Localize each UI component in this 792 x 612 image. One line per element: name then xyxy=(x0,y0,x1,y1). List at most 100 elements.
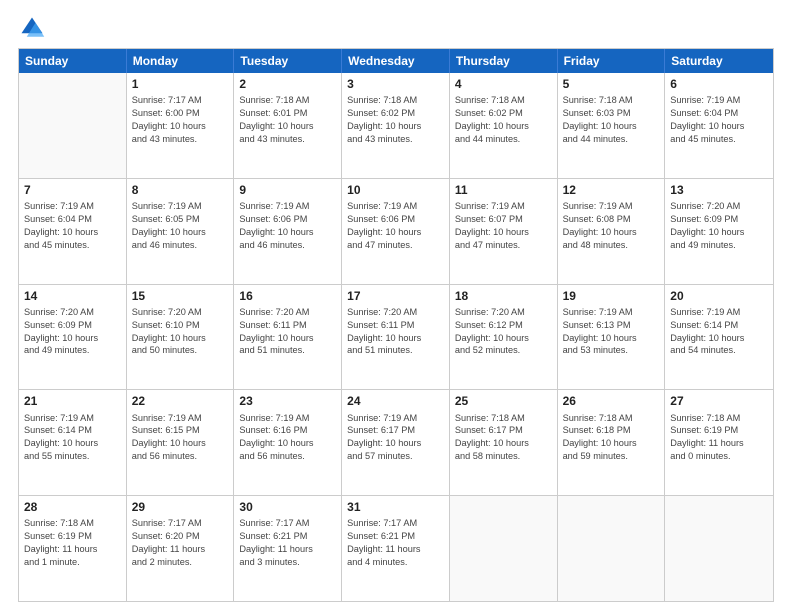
day-info: Sunrise: 7:19 AM Sunset: 6:05 PM Dayligh… xyxy=(132,200,229,252)
day-number: 21 xyxy=(24,393,121,409)
day-number: 7 xyxy=(24,182,121,198)
calendar-cell: 30 Sunrise: 7:17 AM Sunset: 6:21 PM Dayli… xyxy=(234,496,342,601)
calendar-week-row: 7 Sunrise: 7:19 AM Sunset: 6:04 PM Daylig… xyxy=(19,178,773,284)
calendar-cell: 23 Sunrise: 7:19 AM Sunset: 6:16 PM Dayli… xyxy=(234,390,342,495)
day-number: 5 xyxy=(563,76,660,92)
calendar-week-row: 28 Sunrise: 7:18 AM Sunset: 6:19 PM Dayli… xyxy=(19,495,773,601)
day-info: Sunrise: 7:19 AM Sunset: 6:04 PM Dayligh… xyxy=(24,200,121,252)
calendar-cell: 5 Sunrise: 7:18 AM Sunset: 6:03 PM Daylig… xyxy=(558,73,666,178)
day-number: 19 xyxy=(563,288,660,304)
day-number: 9 xyxy=(239,182,336,198)
day-info: Sunrise: 7:19 AM Sunset: 6:07 PM Dayligh… xyxy=(455,200,552,252)
day-info: Sunrise: 7:20 AM Sunset: 6:11 PM Dayligh… xyxy=(239,306,336,358)
calendar-cell: 17 Sunrise: 7:20 AM Sunset: 6:11 PM Dayli… xyxy=(342,285,450,390)
calendar-header-cell: Tuesday xyxy=(234,49,342,73)
calendar-header-cell: Monday xyxy=(127,49,235,73)
calendar-header-row: SundayMondayTuesdayWednesdayThursdayFrid… xyxy=(19,49,773,73)
calendar-header-cell: Thursday xyxy=(450,49,558,73)
calendar-week-row: 21Sunrise: 7:19 AM Sunset: 6:14 PM Dayli… xyxy=(19,389,773,495)
day-info: Sunrise: 7:18 AM Sunset: 6:01 PM Dayligh… xyxy=(239,94,336,146)
calendar-cell: 25 Sunrise: 7:18 AM Sunset: 6:17 PM Dayli… xyxy=(450,390,558,495)
day-number: 28 xyxy=(24,499,121,515)
calendar-cell: 18 Sunrise: 7:20 AM Sunset: 6:12 PM Dayli… xyxy=(450,285,558,390)
calendar-header-cell: Sunday xyxy=(19,49,127,73)
day-info: Sunrise: 7:18 AM Sunset: 6:18 PM Dayligh… xyxy=(563,412,660,464)
calendar-cell: 1 Sunrise: 7:17 AM Sunset: 6:00 PM Daylig… xyxy=(127,73,235,178)
day-number: 8 xyxy=(132,182,229,198)
calendar-header-cell: Friday xyxy=(558,49,666,73)
day-info: Sunrise: 7:20 AM Sunset: 6:09 PM Dayligh… xyxy=(670,200,768,252)
header xyxy=(18,14,774,42)
day-number: 23 xyxy=(239,393,336,409)
calendar-cell: 3Sunrise: 7:18 AM Sunset: 6:02 PM Daylig… xyxy=(342,73,450,178)
calendar-cell: 15 Sunrise: 7:20 AM Sunset: 6:10 PM Dayli… xyxy=(127,285,235,390)
day-info: Sunrise: 7:19 AM Sunset: 6:04 PM Dayligh… xyxy=(670,94,768,146)
day-number: 22 xyxy=(132,393,229,409)
day-number: 17 xyxy=(347,288,444,304)
calendar-cell: 7 Sunrise: 7:19 AM Sunset: 6:04 PM Daylig… xyxy=(19,179,127,284)
day-number: 20 xyxy=(670,288,768,304)
calendar-header-cell: Wednesday xyxy=(342,49,450,73)
day-number: 30 xyxy=(239,499,336,515)
day-info: Sunrise: 7:19 AM Sunset: 6:16 PM Dayligh… xyxy=(239,412,336,464)
day-info: Sunrise: 7:17 AM Sunset: 6:00 PM Dayligh… xyxy=(132,94,229,146)
calendar-header-cell: Saturday xyxy=(665,49,773,73)
day-info: Sunrise: 7:18 AM Sunset: 6:19 PM Dayligh… xyxy=(670,412,768,464)
page: SundayMondayTuesdayWednesdayThursdayFrid… xyxy=(0,0,792,612)
day-info: Sunrise: 7:19 AM Sunset: 6:06 PM Dayligh… xyxy=(347,200,444,252)
day-info: Sunrise: 7:19 AM Sunset: 6:14 PM Dayligh… xyxy=(670,306,768,358)
day-number: 11 xyxy=(455,182,552,198)
calendar-cell: 26 Sunrise: 7:18 AM Sunset: 6:18 PM Dayli… xyxy=(558,390,666,495)
calendar-cell: 13 Sunrise: 7:20 AM Sunset: 6:09 PM Dayli… xyxy=(665,179,773,284)
day-info: Sunrise: 7:18 AM Sunset: 6:02 PM Dayligh… xyxy=(455,94,552,146)
calendar-cell: 19 Sunrise: 7:19 AM Sunset: 6:13 PM Dayli… xyxy=(558,285,666,390)
day-number: 10 xyxy=(347,182,444,198)
day-info: Sunrise: 7:20 AM Sunset: 6:10 PM Dayligh… xyxy=(132,306,229,358)
day-info: Sunrise: 7:18 AM Sunset: 6:17 PM Dayligh… xyxy=(455,412,552,464)
day-info: Sunrise: 7:20 AM Sunset: 6:09 PM Dayligh… xyxy=(24,306,121,358)
calendar-body: 1 Sunrise: 7:17 AM Sunset: 6:00 PM Daylig… xyxy=(19,73,773,601)
day-info: Sunrise: 7:20 AM Sunset: 6:12 PM Dayligh… xyxy=(455,306,552,358)
day-number: 31 xyxy=(347,499,444,515)
logo-icon xyxy=(18,14,46,42)
day-number: 18 xyxy=(455,288,552,304)
calendar-cell: 27 Sunrise: 7:18 AM Sunset: 6:19 PM Dayli… xyxy=(665,390,773,495)
calendar-cell xyxy=(450,496,558,601)
day-info: Sunrise: 7:18 AM Sunset: 6:19 PM Dayligh… xyxy=(24,517,121,569)
day-number: 27 xyxy=(670,393,768,409)
calendar-cell: 16Sunrise: 7:20 AM Sunset: 6:11 PM Dayli… xyxy=(234,285,342,390)
calendar-cell: 2Sunrise: 7:18 AM Sunset: 6:01 PM Daylig… xyxy=(234,73,342,178)
day-number: 26 xyxy=(563,393,660,409)
calendar-cell: 31 Sunrise: 7:17 AM Sunset: 6:21 PM Dayli… xyxy=(342,496,450,601)
day-info: Sunrise: 7:17 AM Sunset: 6:21 PM Dayligh… xyxy=(239,517,336,569)
day-info: Sunrise: 7:17 AM Sunset: 6:20 PM Dayligh… xyxy=(132,517,229,569)
day-info: Sunrise: 7:19 AM Sunset: 6:17 PM Dayligh… xyxy=(347,412,444,464)
day-number: 24 xyxy=(347,393,444,409)
calendar-cell: 24 Sunrise: 7:19 AM Sunset: 6:17 PM Dayli… xyxy=(342,390,450,495)
day-info: Sunrise: 7:18 AM Sunset: 6:02 PM Dayligh… xyxy=(347,94,444,146)
calendar-cell xyxy=(558,496,666,601)
calendar-cell: 28 Sunrise: 7:18 AM Sunset: 6:19 PM Dayli… xyxy=(19,496,127,601)
day-info: Sunrise: 7:20 AM Sunset: 6:11 PM Dayligh… xyxy=(347,306,444,358)
day-number: 6 xyxy=(670,76,768,92)
calendar-cell: 10 Sunrise: 7:19 AM Sunset: 6:06 PM Dayli… xyxy=(342,179,450,284)
day-info: Sunrise: 7:17 AM Sunset: 6:21 PM Dayligh… xyxy=(347,517,444,569)
day-number: 15 xyxy=(132,288,229,304)
calendar-cell: 21Sunrise: 7:19 AM Sunset: 6:14 PM Dayli… xyxy=(19,390,127,495)
day-info: Sunrise: 7:18 AM Sunset: 6:03 PM Dayligh… xyxy=(563,94,660,146)
logo xyxy=(18,14,50,42)
day-number: 14 xyxy=(24,288,121,304)
day-number: 1 xyxy=(132,76,229,92)
calendar-cell xyxy=(19,73,127,178)
calendar-cell: 22 Sunrise: 7:19 AM Sunset: 6:15 PM Dayli… xyxy=(127,390,235,495)
day-number: 13 xyxy=(670,182,768,198)
day-number: 25 xyxy=(455,393,552,409)
calendar-cell: 4 Sunrise: 7:18 AM Sunset: 6:02 PM Daylig… xyxy=(450,73,558,178)
calendar-cell: 6 Sunrise: 7:19 AM Sunset: 6:04 PM Daylig… xyxy=(665,73,773,178)
calendar-cell: 12Sunrise: 7:19 AM Sunset: 6:08 PM Dayli… xyxy=(558,179,666,284)
day-info: Sunrise: 7:19 AM Sunset: 6:13 PM Dayligh… xyxy=(563,306,660,358)
calendar-cell: 20 Sunrise: 7:19 AM Sunset: 6:14 PM Dayli… xyxy=(665,285,773,390)
day-number: 4 xyxy=(455,76,552,92)
day-info: Sunrise: 7:19 AM Sunset: 6:08 PM Dayligh… xyxy=(563,200,660,252)
day-info: Sunrise: 7:19 AM Sunset: 6:15 PM Dayligh… xyxy=(132,412,229,464)
